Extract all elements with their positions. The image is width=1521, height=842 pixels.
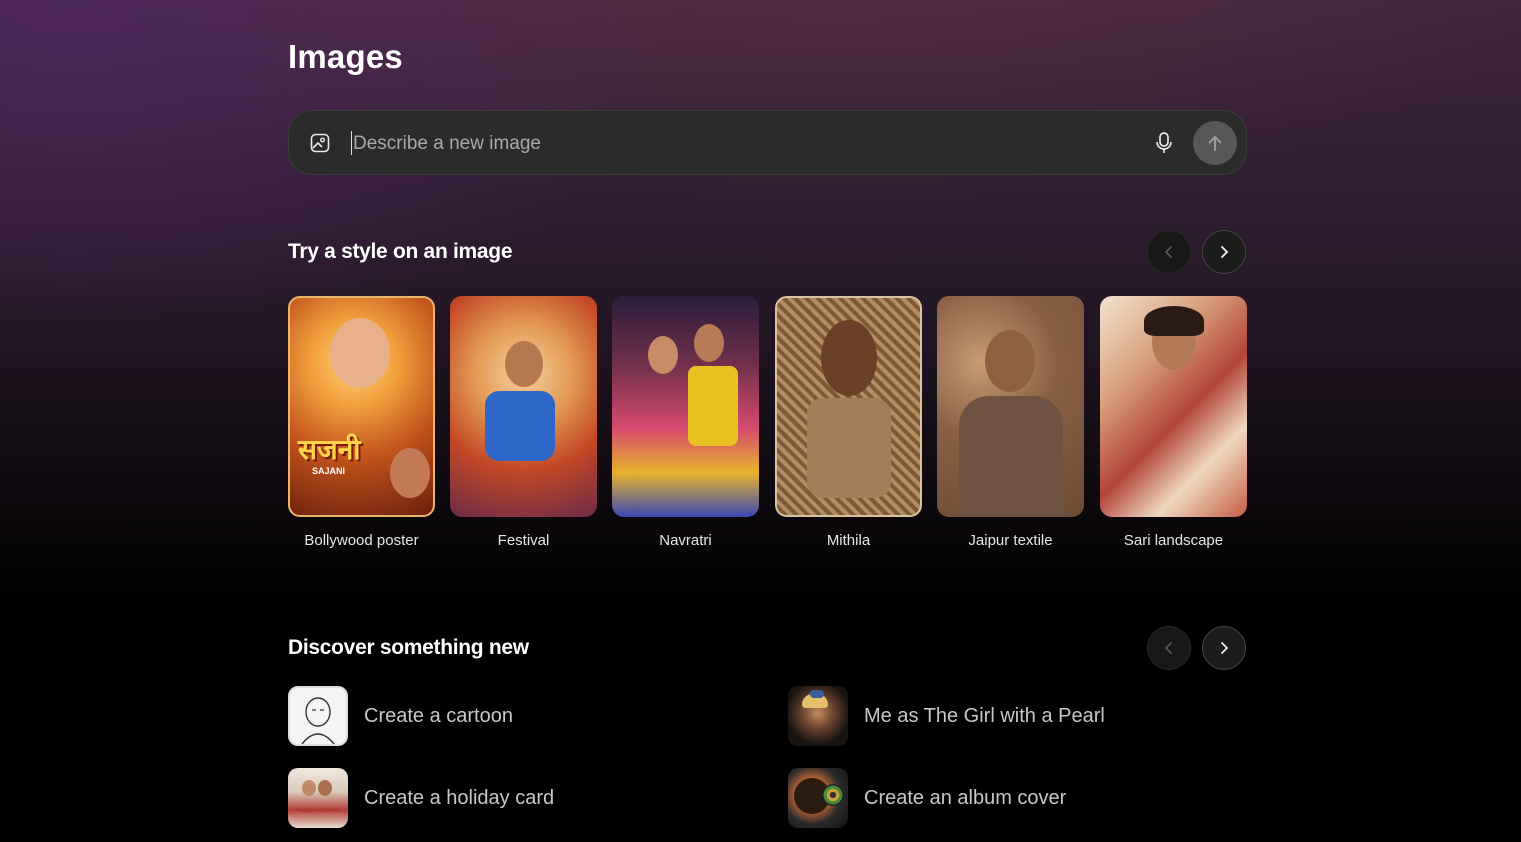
style-card-label: Bollywood poster	[304, 532, 419, 549]
image-upload-icon[interactable]	[309, 132, 331, 154]
style-card-navratri[interactable]: Navratri	[612, 296, 759, 549]
festival-thumbnail	[450, 296, 597, 517]
chevron-right-icon	[1221, 246, 1229, 258]
discover-section-title: Discover something new	[288, 636, 529, 659]
discover-item-girl-with-pearl[interactable]: Me as The Girl with a Pearl	[788, 685, 1208, 747]
style-card-bollywood-poster[interactable]: सजनी SAJANI Bollywood poster	[288, 296, 435, 549]
chevron-left-icon	[1164, 246, 1172, 258]
discover-item-label: Create a cartoon	[364, 704, 513, 727]
discover-prev-button[interactable]	[1147, 626, 1191, 670]
jaipur-textile-thumbnail	[937, 296, 1084, 517]
discover-next-button[interactable]	[1202, 626, 1246, 670]
discover-item-create-cartoon[interactable]: Create a cartoon	[288, 685, 708, 747]
style-card-label: Mithila	[826, 532, 871, 549]
prompt-box[interactable]	[288, 110, 1247, 175]
page-title: Images	[288, 38, 403, 75]
girl-with-pearl-thumbnail	[788, 686, 848, 746]
style-card-label: Festival	[497, 532, 550, 549]
style-card-jaipur-textile[interactable]: Jaipur textile	[937, 296, 1084, 549]
discover-item-label: Me as The Girl with a Pearl	[864, 704, 1105, 727]
styles-next-button[interactable]	[1202, 230, 1246, 274]
mithila-thumbnail	[775, 296, 922, 517]
bollywood-poster-thumbnail: सजनी SAJANI	[288, 296, 435, 517]
cartoon-thumbnail	[288, 686, 348, 746]
holiday-card-text: Happy Holidays!	[296, 808, 340, 814]
style-card-sari-landscape[interactable]: Sari landscape	[1100, 296, 1247, 549]
style-card-festival[interactable]: Festival	[450, 296, 597, 549]
discover-item-label: Create an album cover	[864, 786, 1067, 809]
style-card-label: Jaipur textile	[968, 532, 1053, 549]
send-button[interactable]	[1193, 121, 1237, 165]
chevron-right-icon	[1221, 642, 1229, 654]
style-card-mithila[interactable]: Mithila	[775, 296, 922, 549]
discover-item-album-cover[interactable]: Create an album cover	[788, 767, 1208, 829]
arrow-up-icon	[1208, 136, 1222, 151]
styles-section-title: Try a style on an image	[288, 240, 513, 263]
prompt-input[interactable]	[351, 123, 1135, 165]
album-cover-thumbnail	[788, 768, 848, 828]
styles-prev-button[interactable]	[1147, 230, 1191, 274]
navratri-thumbnail	[612, 296, 759, 517]
poster-subtitle-text: SAJANI	[312, 466, 346, 476]
discover-item-label: Create a holiday card	[364, 786, 555, 809]
poster-title-text: सजनी	[298, 433, 361, 466]
discover-item-holiday-card[interactable]: Happy Holidays! Create a holiday card	[288, 767, 708, 829]
holiday-card-thumbnail: Happy Holidays!	[288, 768, 348, 828]
chevron-left-icon	[1164, 642, 1172, 654]
sari-landscape-thumbnail	[1100, 296, 1247, 517]
style-card-label: Navratri	[659, 532, 712, 549]
microphone-icon[interactable]	[1153, 131, 1175, 155]
style-card-label: Sari landscape	[1123, 532, 1224, 549]
